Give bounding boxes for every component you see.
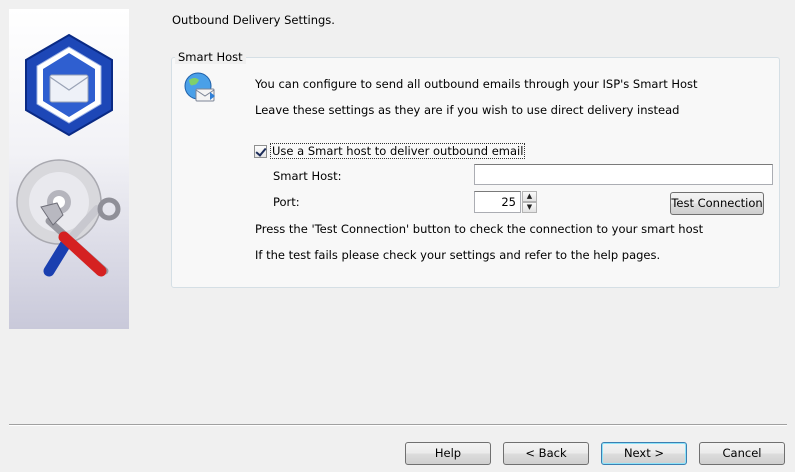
back-button[interactable]: < Back	[503, 442, 589, 465]
help-line-2: If the test fails please check your sett…	[255, 248, 661, 262]
smart-host-checkbox[interactable]	[254, 145, 267, 158]
spin-up-icon[interactable]: ▲	[522, 191, 537, 202]
smart-host-checkbox-label[interactable]: Use a Smart host to deliver outbound ema…	[270, 143, 526, 159]
test-connection-button[interactable]: Test Connection	[670, 192, 764, 215]
port-input[interactable]	[474, 191, 521, 213]
smart-host-label: Smart Host:	[273, 169, 342, 183]
next-button[interactable]: Next >	[601, 442, 687, 465]
info-line-1: You can configure to send all outbound e…	[255, 77, 698, 91]
info-line-2: Leave these settings as they are if you …	[255, 103, 680, 117]
spin-down-icon[interactable]: ▼	[522, 202, 537, 213]
port-label: Port:	[273, 195, 300, 209]
help-line-1: Press the 'Test Connection' button to ch…	[255, 222, 704, 236]
globe-mail-icon	[184, 72, 215, 102]
disc-tools-icon	[16, 159, 121, 277]
mail-hexagon-icon	[25, 33, 113, 137]
wizard-side-panel	[9, 9, 129, 329]
help-button[interactable]: Help	[405, 442, 491, 465]
cancel-button[interactable]: Cancel	[699, 442, 785, 465]
footer-separator-highlight	[9, 425, 787, 426]
smart-host-input[interactable]	[474, 164, 773, 185]
group-title: Smart Host	[175, 50, 246, 64]
page-heading: Outbound Delivery Settings.	[172, 13, 335, 27]
